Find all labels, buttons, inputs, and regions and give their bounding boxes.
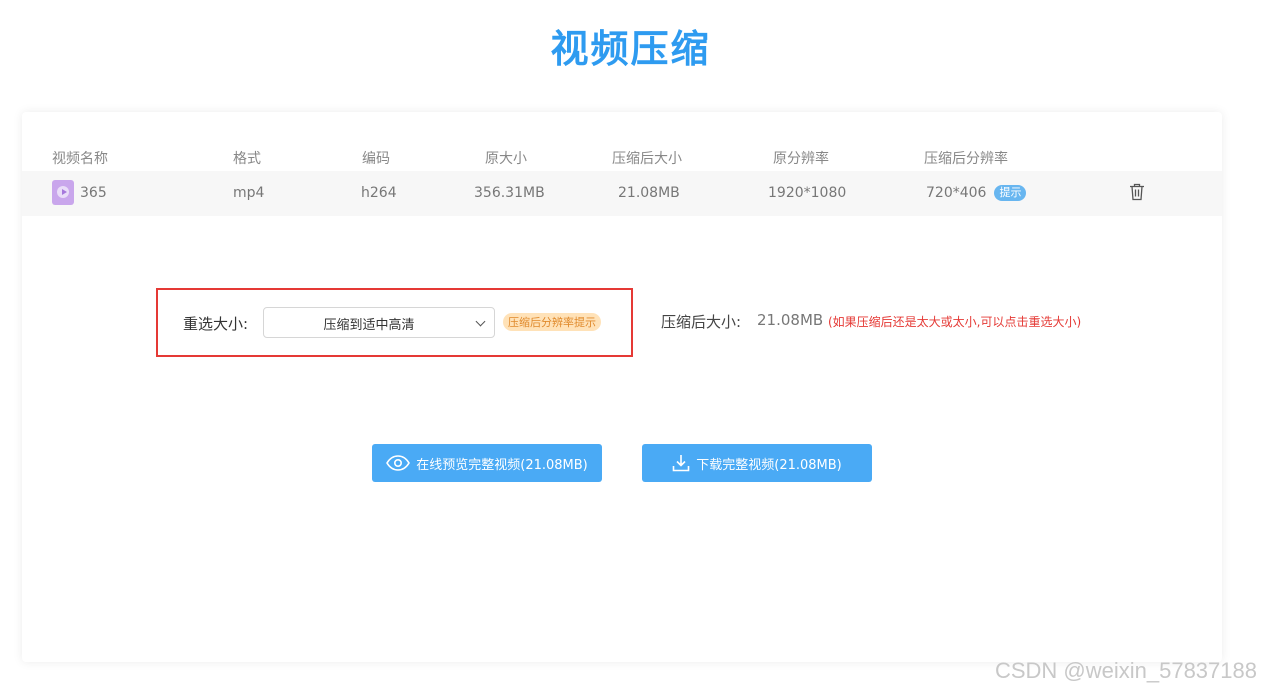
- compress-card: 视频名称 格式 编码 原大小 压缩后大小 原分辨率 压缩后分辨率 365 mp4…: [22, 112, 1222, 662]
- header-comp-res: 压缩后分辨率: [924, 151, 1008, 167]
- compressed-size-label: 压缩后大小:: [661, 313, 742, 331]
- cell-comp-res: 720*406 提示: [926, 185, 1027, 201]
- page-title: 视频压缩: [550, 27, 711, 71]
- cell-codec: h264: [361, 185, 397, 201]
- header-codec: 编码: [362, 151, 390, 167]
- cell-format: mp4: [233, 185, 265, 201]
- download-button-label: 下载完整视频(21.08MB): [696, 457, 842, 473]
- video-file-icon: [52, 180, 74, 205]
- eye-icon: [386, 455, 411, 471]
- preview-button-label: 在线预览完整视频(21.08MB): [416, 457, 588, 473]
- preview-button[interactable]: 在线预览完整视频(21.08MB): [372, 444, 602, 482]
- watermark: CSDN @weixin_57837188: [994, 658, 1257, 683]
- download-button[interactable]: 下载完整视频(21.08MB): [642, 444, 872, 482]
- chevron-down-icon: [475, 316, 486, 327]
- header-name: 视频名称: [52, 151, 108, 167]
- trash-icon[interactable]: [1129, 183, 1145, 201]
- compressed-size-hint: (如果压缩后还是太大或太小,可以点击重选大小): [828, 315, 1082, 329]
- resolution-tip-button[interactable]: 压缩后分辨率提示: [503, 313, 601, 331]
- cell-name: 365: [80, 185, 107, 201]
- resize-selector-panel: 重选大小: 压缩到适中高清 压缩后分辨率提示: [156, 288, 633, 357]
- resolution-tip-badge[interactable]: 提示: [994, 185, 1027, 201]
- cell-comp-size: 21.08MB: [618, 185, 680, 201]
- cell-orig-res: 1920*1080: [768, 185, 847, 201]
- header-orig-size: 原大小: [485, 151, 527, 167]
- header-format: 格式: [233, 151, 261, 167]
- cell-comp-res-value: 720*406: [926, 185, 987, 201]
- compressed-size-value: 21.08MB: [757, 311, 824, 329]
- table-row: 365 mp4 h264 356.31MB 21.08MB 1920*1080 …: [22, 171, 1222, 216]
- resize-select-value: 压缩到适中高清: [323, 318, 415, 333]
- cell-orig-size: 356.31MB: [474, 185, 545, 201]
- resize-select[interactable]: 压缩到适中高清: [263, 307, 495, 338]
- header-comp-size: 压缩后大小: [612, 151, 682, 167]
- resize-label: 重选大小:: [183, 315, 249, 333]
- header-orig-res: 原分辨率: [773, 151, 829, 167]
- download-icon: [672, 455, 690, 472]
